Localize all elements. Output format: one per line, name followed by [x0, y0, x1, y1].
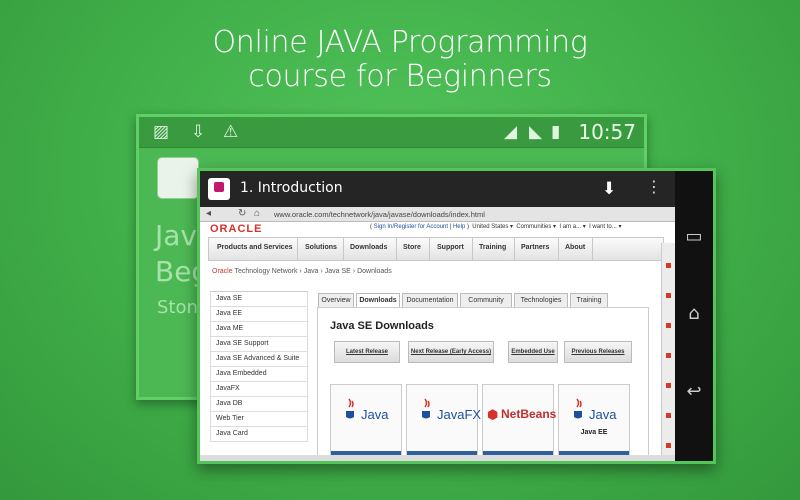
signal-icon: ◣ [529, 122, 543, 142]
download-icon: ⇩ [191, 122, 206, 142]
wifi-icon: ◢ [504, 122, 518, 142]
breadcrumb-item[interactable]: Downloads [357, 268, 392, 275]
horizontal-scrollbar[interactable] [200, 455, 675, 461]
oracle-logo[interactable]: ORACLE [210, 223, 262, 235]
product-java[interactable]: Java [330, 384, 402, 458]
side-nav-item[interactable]: Java SE Advanced & Suite [210, 352, 308, 367]
previous-releases-button[interactable]: Previous Releases [564, 341, 632, 363]
back-icon[interactable]: ↩ [675, 381, 713, 402]
latest-release-button[interactable]: Latest Release [334, 341, 400, 363]
video-title-bar: 1. Introduction ⬇ ⋮ [200, 171, 675, 207]
product-name: Java [589, 407, 617, 422]
home-icon[interactable]: ⌂ [254, 208, 260, 219]
java-cup-icon [346, 398, 354, 419]
back-status-bar: ▨ ⇩ ⚠ ◢ ◣ ▮ 10:57 [139, 117, 644, 148]
side-nav-item[interactable]: Java EE [210, 307, 308, 322]
netbeans-cube-icon: ⬢ [487, 407, 499, 422]
side-nav-item[interactable]: Java DB [210, 397, 308, 412]
download-icon[interactable]: ⬇ [602, 179, 616, 199]
right-side-strip [661, 243, 676, 461]
back-arrow-icon[interactable]: ◂ [206, 208, 211, 219]
product-java-ee[interactable]: Java Java EE [558, 384, 630, 458]
tab-documentation[interactable]: Documentation [402, 293, 458, 308]
sign-in-link[interactable]: Sign In/Register for Account [374, 224, 448, 230]
menu-store[interactable]: Store [403, 244, 421, 251]
breadcrumb-oracle[interactable]: Oracle [212, 268, 233, 275]
product-netbeans[interactable]: ⬢ NetBeans [482, 384, 557, 458]
menu-partners[interactable]: Partners [521, 244, 549, 251]
tab-training[interactable]: Training [570, 293, 608, 308]
downloads-panel: Java SE Downloads Latest Release Next Re… [317, 307, 649, 461]
java-cup-icon [574, 398, 582, 419]
side-nav-item[interactable]: Java SE [210, 292, 308, 307]
side-nav: Java SE Java EE Java ME Java SE Support … [210, 291, 308, 442]
product-name: NetBeans [501, 407, 557, 421]
recent-apps-icon[interactable]: ▭ [675, 226, 713, 247]
image-icon: ▨ [153, 122, 170, 142]
menu-training[interactable]: Training [479, 244, 506, 251]
tab-downloads[interactable]: Downloads [356, 293, 400, 308]
menu-downloads[interactable]: Downloads [350, 244, 387, 251]
country-select[interactable]: United States ▾ [472, 224, 513, 230]
overflow-menu-icon[interactable]: ⋮ [646, 177, 662, 196]
menu-solutions[interactable]: Solutions [305, 244, 337, 251]
url-bar[interactable]: ◂ ↻ ⌂ www.oracle.com/technetwork/java/ja… [200, 207, 675, 222]
menu-about[interactable]: About [565, 244, 585, 251]
video-title: 1. Introduction [240, 180, 343, 196]
battery-icon: ▮ [551, 122, 561, 142]
breadcrumb-item[interactable]: Java SE [325, 268, 351, 275]
back-text-line-1: Jav [155, 219, 197, 252]
embedded-use-button[interactable]: Embedded Use [508, 341, 558, 363]
product-name: JavaFX [437, 407, 482, 422]
side-nav-item[interactable]: Java Card [210, 427, 308, 442]
front-tablet-screenshot: 1. Introduction ⬇ ⋮ ◂ ↻ ⌂ www.oracle.com… [197, 168, 716, 464]
top-links: ( Sign In/Register for Account | Help ) … [370, 224, 622, 230]
product-name: Java [361, 407, 389, 422]
side-nav-item[interactable]: Java ME [210, 322, 308, 337]
product-sub: Java EE [580, 429, 608, 436]
udemy-logo-icon [208, 178, 230, 200]
product-javafx[interactable]: JavaFX [406, 384, 482, 458]
headline-line-1: Online JAVA Programming [212, 25, 588, 60]
browser-view: ◂ ↻ ⌂ www.oracle.com/technetwork/java/ja… [200, 207, 676, 461]
breadcrumb-item[interactable]: Technology Network [234, 268, 297, 275]
warning-icon: ⚠ [223, 122, 239, 142]
tab-community[interactable]: Community [460, 293, 512, 308]
communities-menu[interactable]: Communities ▾ [516, 224, 556, 230]
help-link[interactable]: Help [453, 224, 465, 230]
menu-products[interactable]: Products and Services [217, 244, 292, 251]
breadcrumb-item[interactable]: Java [304, 268, 319, 275]
headline-line-2: course for Beginners [248, 59, 552, 94]
tab-overview[interactable]: Overview [318, 293, 354, 308]
breadcrumb: Oracle Technology Network › Java › Java … [212, 268, 392, 275]
android-nav-bar: ▭ ⌂ ↩ [675, 171, 713, 461]
side-nav-item[interactable]: Web Tier [210, 412, 308, 427]
headline: Online JAVA Programming course for Begin… [0, 26, 800, 94]
tab-technologies[interactable]: Technologies [514, 293, 568, 308]
menu-support[interactable]: Support [437, 244, 464, 251]
java-cup-icon [422, 398, 430, 419]
content-title: Java SE Downloads [330, 320, 434, 332]
reload-icon[interactable]: ↻ [238, 208, 246, 219]
main-menu-bar: Products and Services Solutions Download… [208, 237, 664, 261]
i-want-menu[interactable]: I want to... ▾ [589, 224, 621, 230]
side-nav-item[interactable]: Java Embedded [210, 367, 308, 382]
next-release-button[interactable]: Next Release (Early Access) [408, 341, 494, 363]
url-text[interactable]: www.oracle.com/technetwork/java/javase/d… [274, 210, 485, 219]
home-icon[interactable]: ⌂ [675, 303, 713, 324]
side-nav-item[interactable]: JavaFX [210, 382, 308, 397]
udemy-app-icon [157, 157, 199, 199]
back-text-line-3: Ston [157, 297, 198, 318]
side-nav-item[interactable]: Java SE Support [210, 337, 308, 352]
i-am-menu[interactable]: I am a... ▾ [559, 224, 585, 230]
back-clock: 10:57 [578, 120, 636, 144]
